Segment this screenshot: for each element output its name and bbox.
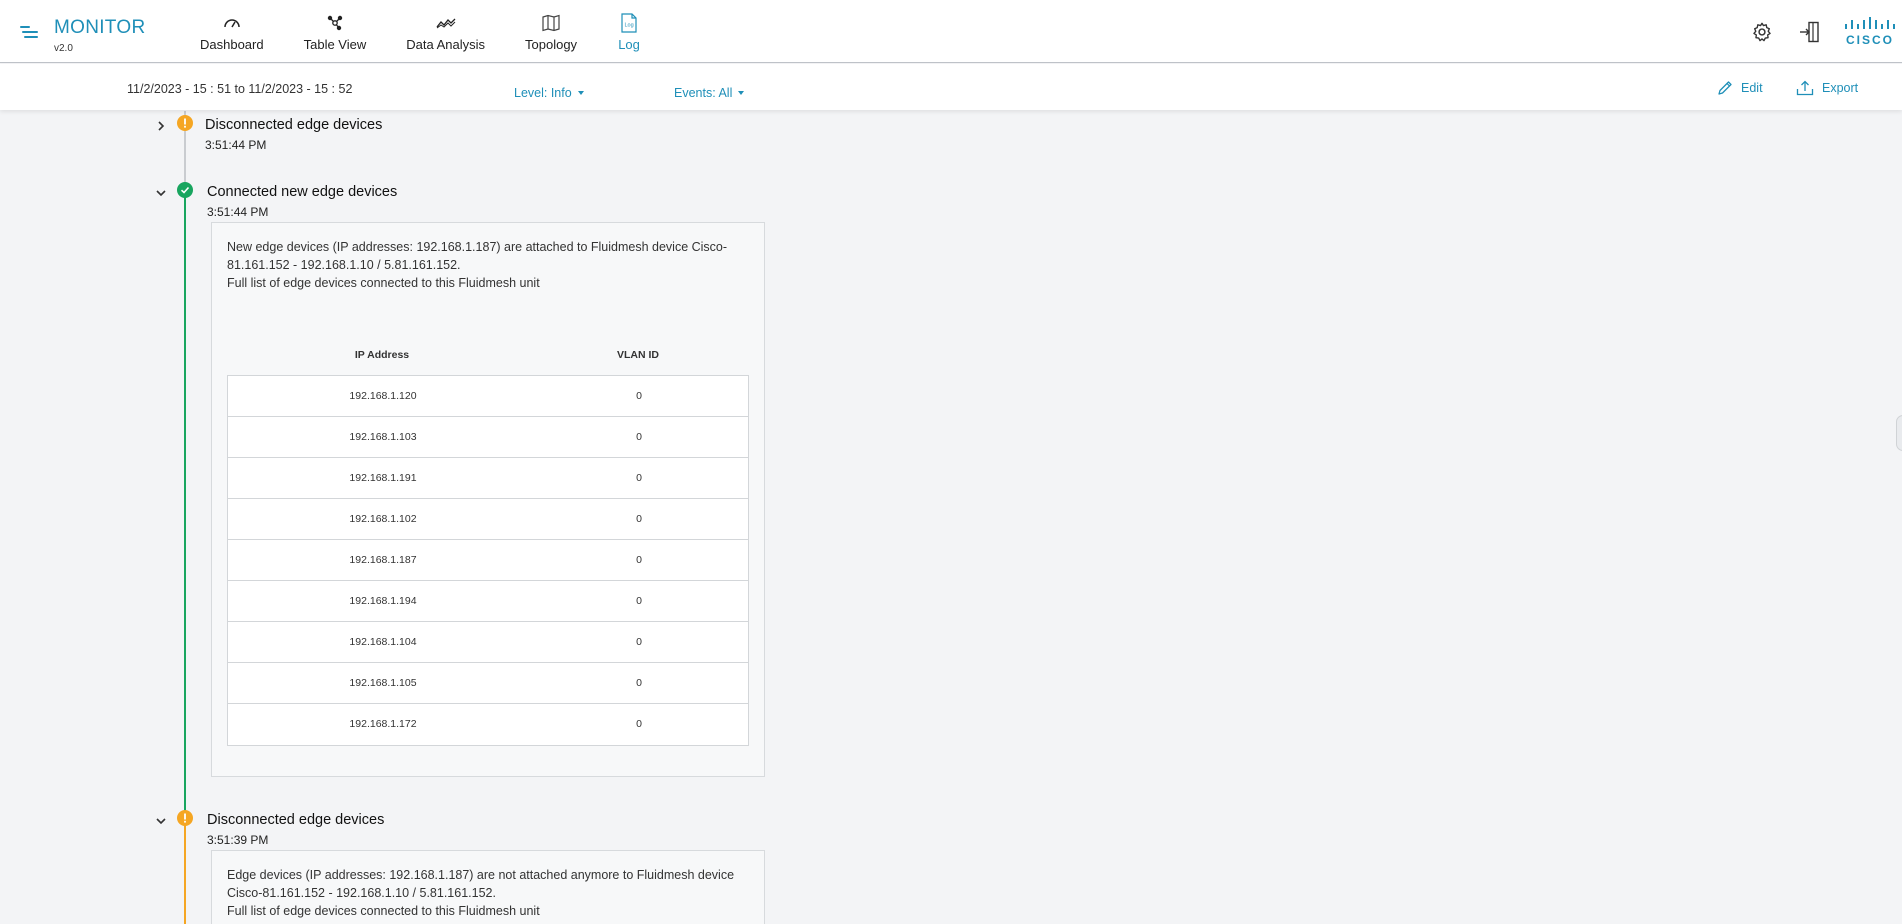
vlan-id-cell: 0: [636, 431, 642, 443]
nav-table-view-label: Table View: [303, 36, 367, 52]
cisco-logo-text: CISCO: [1845, 32, 1894, 47]
table-row: 192.168.1.120 0: [228, 376, 748, 417]
app-header: MONITOR v2.0 Dashboard Table View Data A…: [0, 0, 1902, 63]
vlan-id-cell: 0: [636, 677, 642, 689]
events-dropdown-label: Events: All: [674, 86, 733, 100]
cisco-logo: CISCO: [1844, 16, 1896, 47]
svg-text:Log: Log: [625, 22, 634, 28]
event-description-line: 81.161.152 - 192.168.1.10 / 5.81.161.152…: [227, 258, 461, 272]
nav-dashboard[interactable]: Dashboard: [180, 0, 284, 63]
table-row: 192.168.1.191 0: [228, 458, 748, 499]
edge-devices-table: 192.168.1.120 0 192.168.1.103 0 192.168.1.…: [227, 375, 749, 746]
event-description-line: Cisco-81.161.152 - 192.168.1.10 / 5.81.1…: [227, 886, 496, 900]
ip-address-cell: 192.168.1.191: [349, 472, 417, 484]
brand: MONITOR v2.0: [54, 17, 145, 54]
app-version: v2.0: [54, 43, 73, 54]
header-actions: CISCO: [1748, 0, 1896, 63]
event-title[interactable]: Disconnected edge devices: [207, 812, 384, 828]
events-dropdown[interactable]: Events: All: [674, 86, 745, 100]
network-nodes-icon: [323, 12, 347, 34]
ip-address-cell: 192.168.1.172: [349, 718, 417, 730]
app-title: MONITOR: [54, 17, 146, 38]
event-description: New edge devices (IP addresses: 192.168.…: [227, 238, 747, 292]
expand-chevron-icon[interactable]: [154, 119, 168, 133]
nav-dashboard-label: Dashboard: [200, 36, 264, 52]
level-dropdown-label: Level: Info: [514, 86, 572, 100]
warning-icon: [177, 810, 193, 826]
table-row: 192.168.1.187 0: [228, 540, 748, 581]
date-range[interactable]: 11/2/2023 - 15 : 51 to 11/2/2023 - 15 : …: [127, 82, 352, 96]
gear-icon[interactable]: [1748, 18, 1776, 46]
table-row: 192.168.1.103 0: [228, 417, 748, 458]
logout-door-icon[interactable]: [1796, 18, 1824, 46]
column-header-vlan-id: VLAN ID: [617, 349, 659, 361]
caret-down-icon: [738, 91, 745, 95]
level-dropdown[interactable]: Level: Info: [514, 86, 584, 100]
nav-log[interactable]: Log Log: [597, 0, 661, 63]
table-row: 192.168.1.104 0: [228, 622, 748, 663]
event-detail-card: Edge devices (IP addresses: 192.168.1.18…: [211, 850, 765, 924]
map-icon: [539, 12, 563, 34]
timeline-connector-success: [184, 191, 186, 817]
event-description: Edge devices (IP addresses: 192.168.1.18…: [227, 866, 747, 920]
gauge-icon: [220, 12, 244, 34]
event-description-line: Full list of edge devices connected to t…: [227, 904, 540, 918]
event-description-line: New edge devices (IP addresses: 192.168.…: [227, 240, 728, 254]
nav-topology-label: Topology: [525, 36, 578, 52]
table-row: 192.168.1.194 0: [228, 581, 748, 622]
table-row: 192.168.1.105 0: [228, 663, 748, 704]
event-detail-card: New edge devices (IP addresses: 192.168.…: [211, 222, 765, 777]
ip-address-cell: 192.168.1.187: [349, 554, 417, 566]
column-header-ip-address: IP Address: [354, 349, 410, 361]
event-time: 3:51:44 PM: [205, 138, 267, 152]
event-description-line: Full list of edge devices connected to t…: [227, 276, 540, 290]
vlan-id-cell: 0: [636, 718, 642, 730]
ip-address-cell: 192.168.1.120: [349, 390, 417, 402]
ip-address-cell: 192.168.1.102: [349, 513, 417, 525]
menu-icon[interactable]: [20, 24, 40, 40]
line-chart-icon: [434, 12, 458, 34]
ip-address-cell: 192.168.1.194: [349, 595, 417, 607]
nav-table-view[interactable]: Table View: [284, 0, 387, 63]
vlan-id-cell: 0: [636, 472, 642, 484]
vlan-id-cell: 0: [636, 636, 642, 648]
event-description-line: Edge devices (IP addresses: 192.168.1.18…: [227, 868, 735, 882]
side-panel-handle[interactable]: [1896, 415, 1902, 451]
cisco-bars-icon: [1845, 16, 1895, 29]
ip-address-cell: 192.168.1.104: [349, 636, 417, 648]
export-button[interactable]: Export: [1796, 80, 1858, 96]
upload-icon: [1796, 80, 1814, 96]
nav-data-analysis[interactable]: Data Analysis: [386, 0, 505, 63]
filter-toolbar: 11/2/2023 - 15 : 51 to 11/2/2023 - 15 : …: [0, 64, 1902, 110]
nav-topology[interactable]: Topology: [505, 0, 597, 63]
ip-address-cell: 192.168.1.103: [349, 431, 417, 443]
event-time: 3:51:44 PM: [207, 205, 269, 219]
caret-down-icon: [577, 91, 584, 95]
nav-data-analysis-label: Data Analysis: [406, 36, 486, 52]
nav-log-label: Log: [618, 36, 640, 52]
log-file-icon: Log: [617, 12, 641, 34]
vlan-id-cell: 0: [636, 390, 642, 402]
pencil-icon: [1718, 81, 1732, 95]
ip-address-cell: 192.168.1.105: [349, 677, 417, 689]
event-time: 3:51:39 PM: [207, 833, 269, 847]
table-row: 192.168.1.102 0: [228, 499, 748, 540]
vlan-id-cell: 0: [636, 554, 642, 566]
event-title[interactable]: Disconnected edge devices: [205, 117, 382, 133]
collapse-chevron-icon[interactable]: [154, 186, 168, 200]
vlan-id-cell: 0: [636, 513, 642, 525]
edit-button-label: Edit: [1741, 81, 1763, 95]
vlan-id-cell: 0: [636, 595, 642, 607]
table-row: 192.168.1.172 0: [228, 704, 748, 745]
main-nav: Dashboard Table View Data Analysis Topol…: [180, 0, 661, 63]
event-title[interactable]: Connected new edge devices: [207, 184, 397, 200]
export-button-label: Export: [1822, 81, 1859, 95]
collapse-chevron-icon[interactable]: [154, 814, 168, 828]
edit-button[interactable]: Edit: [1717, 80, 1763, 96]
warning-icon: [177, 115, 193, 131]
timeline-connector-warning: [184, 817, 186, 924]
check-icon: [177, 182, 193, 198]
